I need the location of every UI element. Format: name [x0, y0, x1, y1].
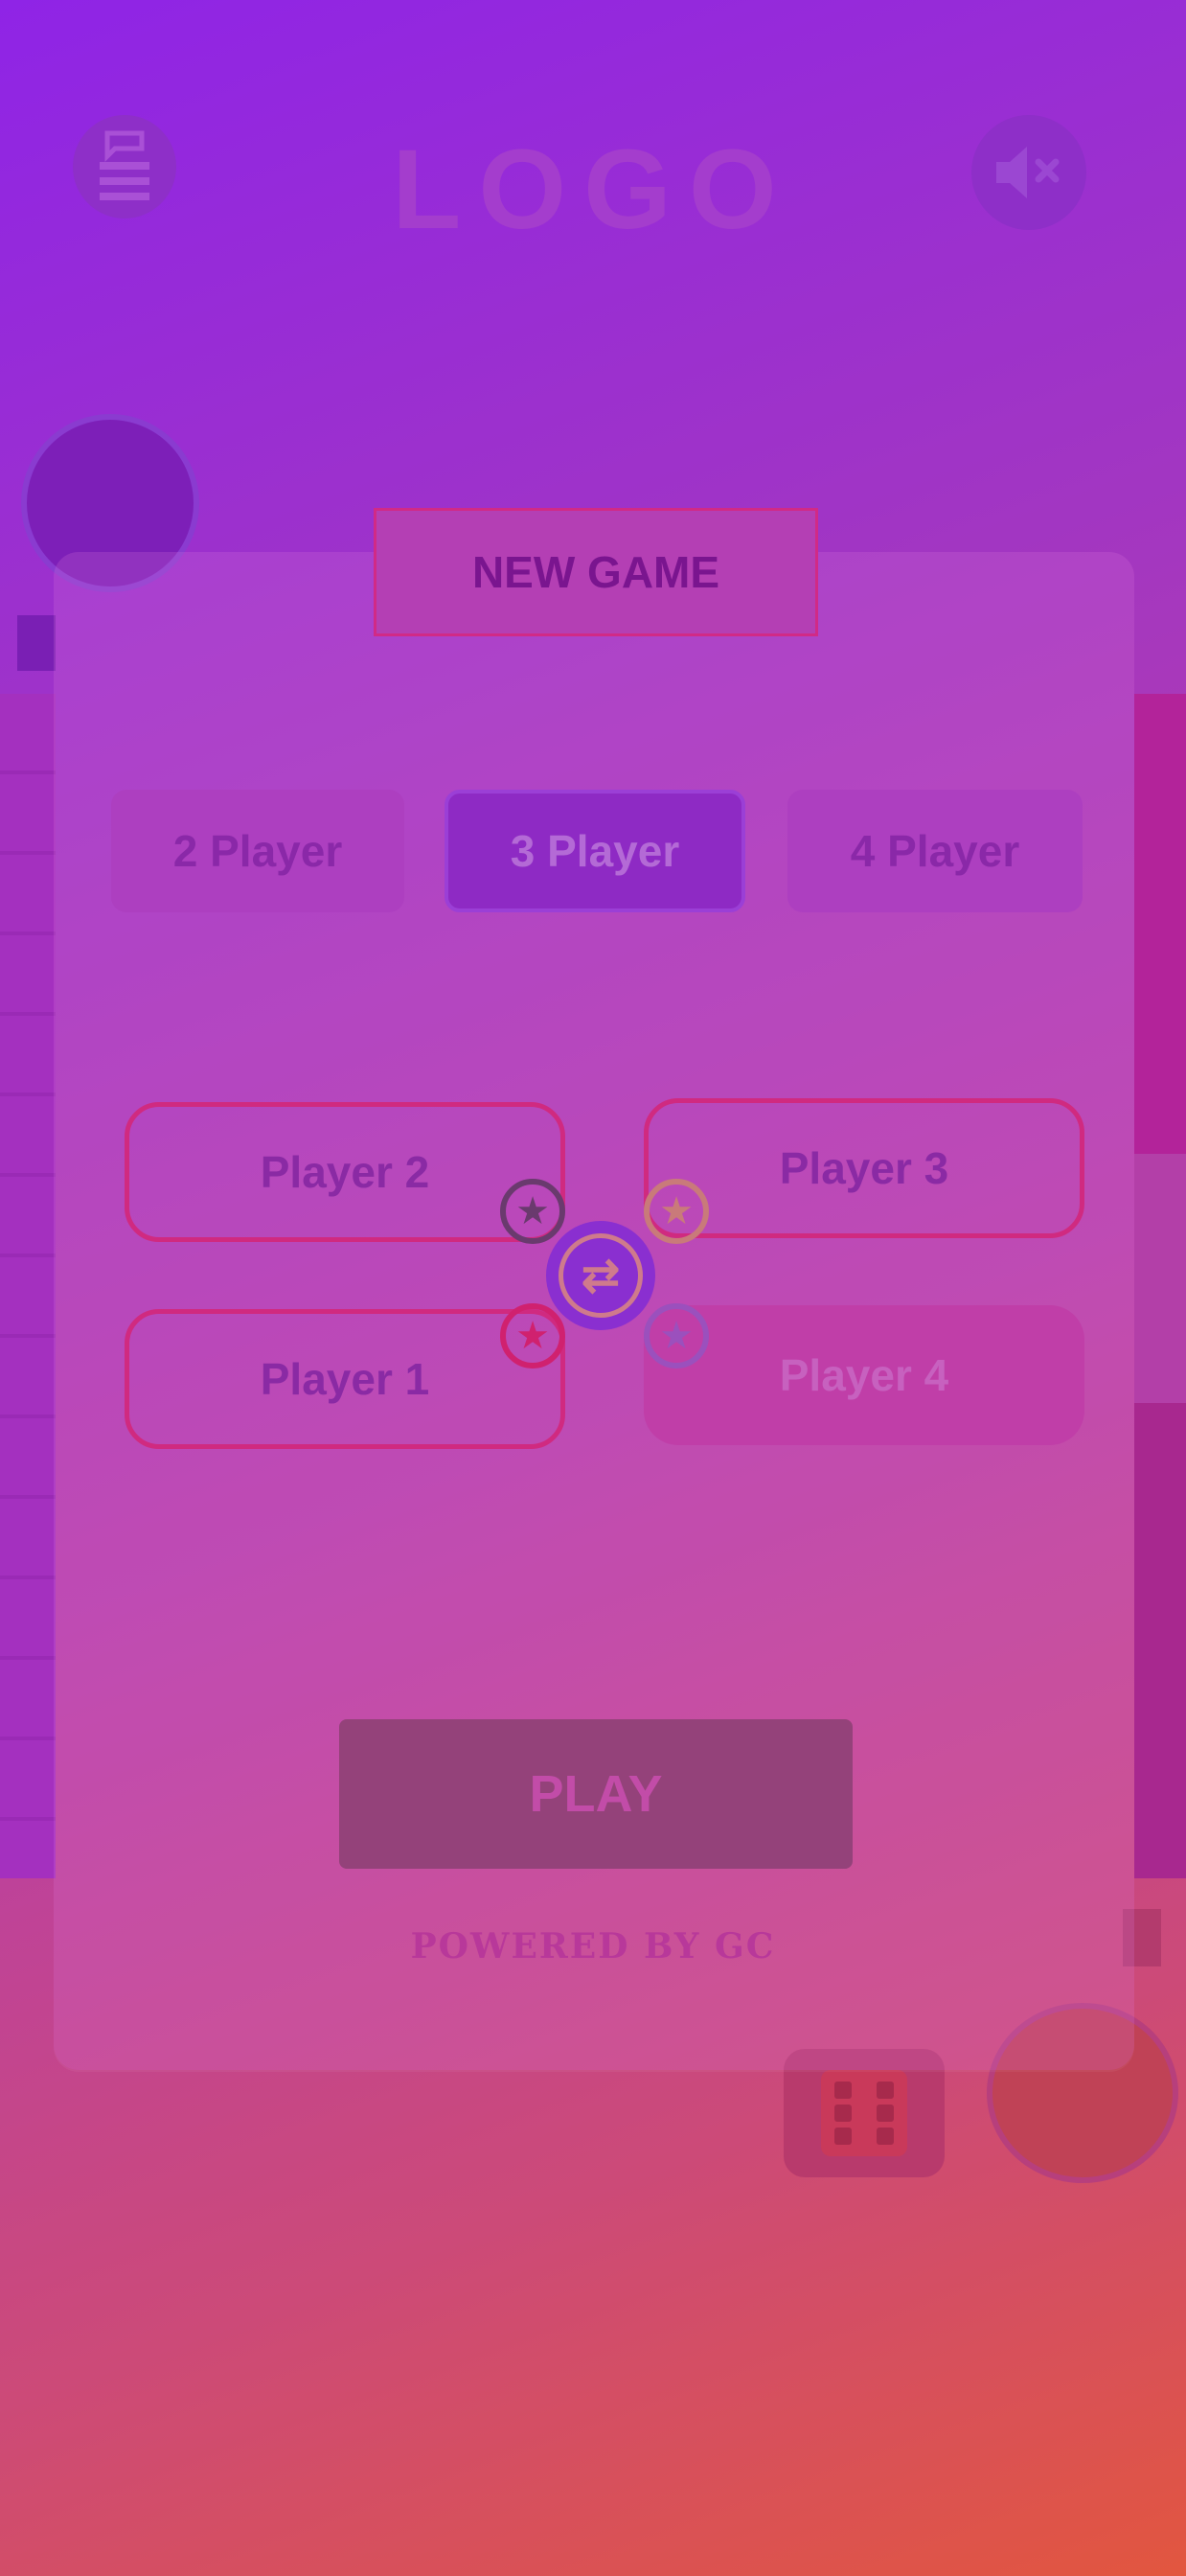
player-name-tag: [17, 615, 56, 671]
player-2-star-icon[interactable]: ★: [500, 1179, 565, 1244]
player-1-star-icon[interactable]: ★: [500, 1303, 565, 1368]
board-right-edge: [1134, 694, 1186, 1878]
player-4-field[interactable]: Player 4: [644, 1305, 1084, 1445]
player-3-field[interactable]: Player 3: [644, 1098, 1084, 1238]
swap-arrows-icon: ⇄: [559, 1233, 643, 1318]
mode-3-player-button[interactable]: 3 Player: [445, 790, 745, 912]
mute-icon: [996, 147, 1060, 198]
swap-players-button[interactable]: ⇄: [546, 1221, 655, 1330]
mode-2-player-button[interactable]: 2 Player: [111, 790, 404, 912]
sound-button[interactable]: [971, 115, 1086, 230]
play-button[interactable]: PLAY: [339, 1719, 853, 1869]
player-4-star-icon[interactable]: ★: [644, 1303, 709, 1368]
player-2-field[interactable]: Player 2: [125, 1102, 565, 1242]
dialog-title: NEW GAME: [374, 508, 818, 636]
player-3-star-icon[interactable]: ★: [644, 1179, 709, 1244]
board-left-edge: [0, 694, 56, 1878]
mode-4-player-button[interactable]: 4 Player: [787, 790, 1083, 912]
powered-by-text: POWERED BY GC: [410, 1926, 776, 1966]
player-1-field[interactable]: Player 1: [125, 1309, 565, 1449]
